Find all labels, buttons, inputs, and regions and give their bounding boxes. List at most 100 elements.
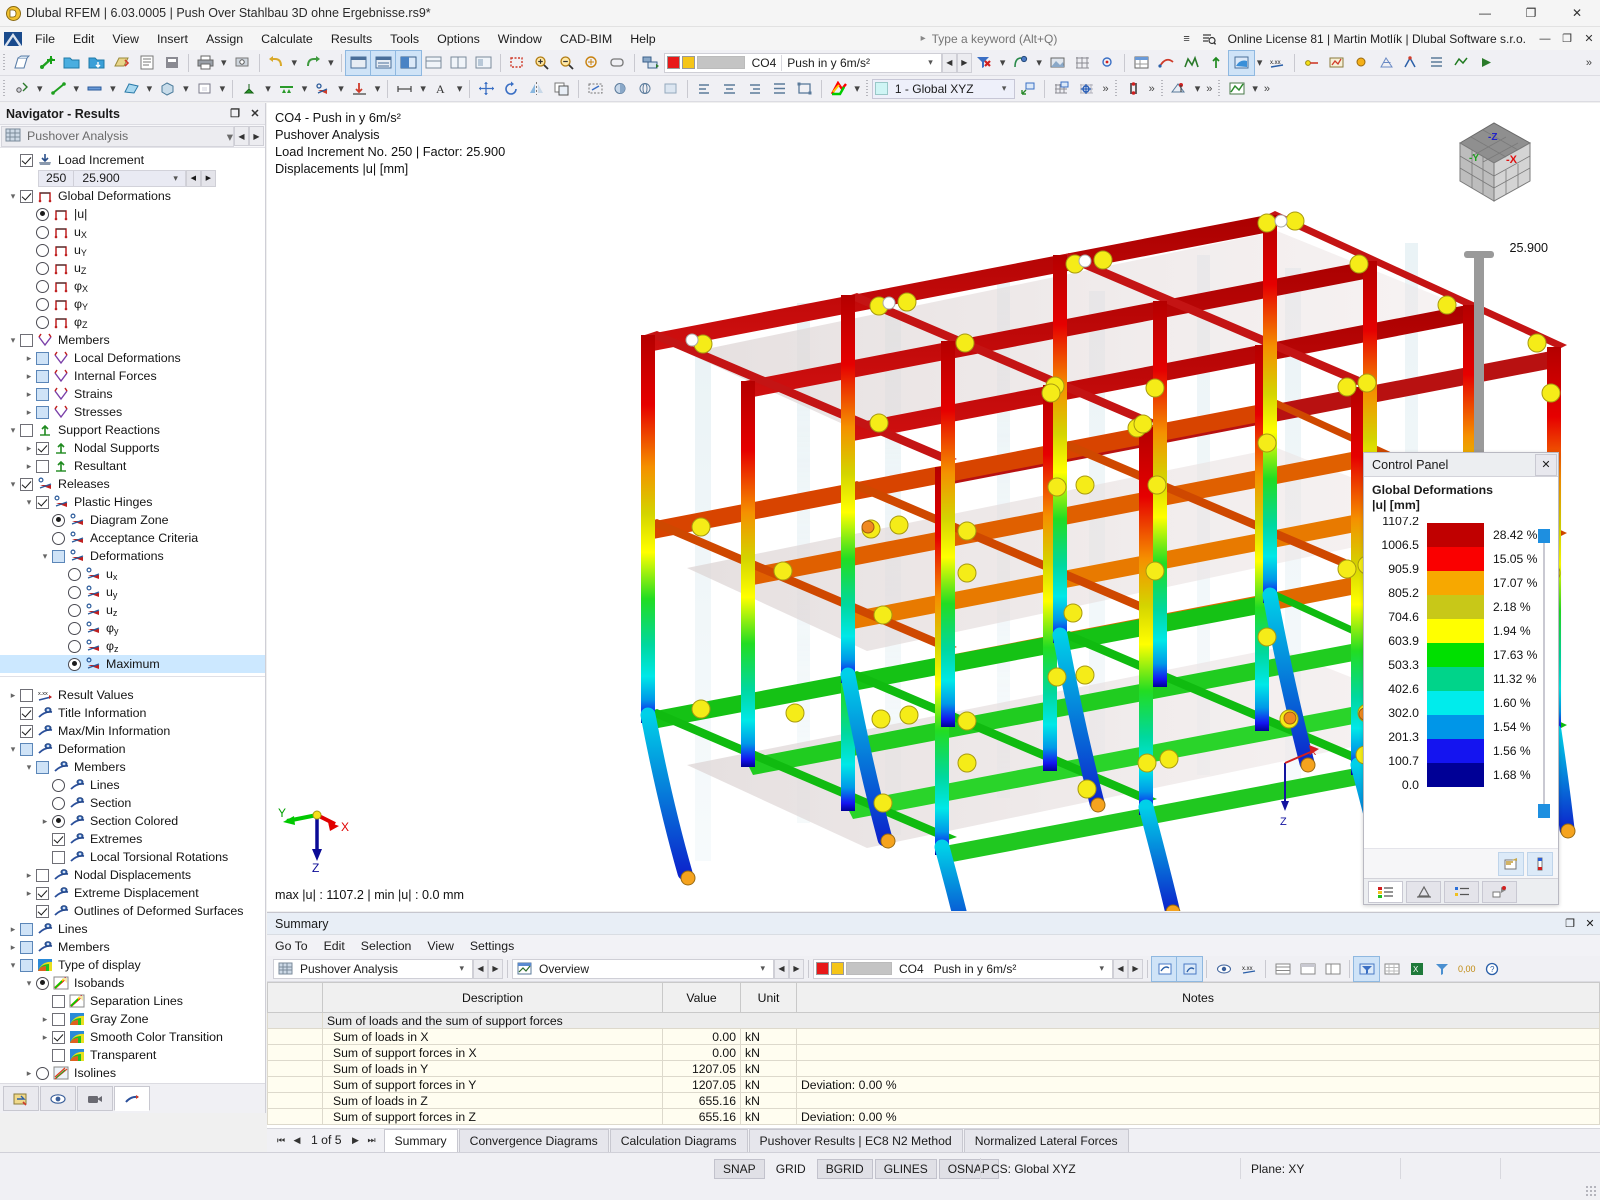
tree-expander[interactable]: ▸ bbox=[38, 816, 52, 827]
zoom-out-icon[interactable] bbox=[555, 51, 580, 75]
group-icon[interactable] bbox=[792, 77, 817, 101]
tree-checkbox[interactable] bbox=[52, 995, 65, 1008]
summary-menu-settings[interactable]: Settings bbox=[462, 937, 522, 955]
tree-radio[interactable] bbox=[68, 658, 81, 671]
load-increment-next[interactable]: ▶ bbox=[201, 170, 216, 187]
print-settings-icon[interactable] bbox=[230, 51, 255, 75]
render-transparent-icon[interactable] bbox=[658, 77, 683, 101]
summary-menu-goto[interactable]: Go To bbox=[267, 937, 316, 955]
tree-checkbox[interactable] bbox=[52, 1031, 65, 1044]
tree-checkbox[interactable] bbox=[20, 743, 33, 756]
tree-item-acceptance-criteria[interactable]: Acceptance Criteria bbox=[0, 529, 265, 547]
tree-checkbox[interactable] bbox=[52, 550, 65, 563]
summary-table-layout-3-icon[interactable] bbox=[1320, 957, 1345, 981]
menu-view[interactable]: View bbox=[103, 29, 148, 49]
doc-close-button[interactable]: ✕ bbox=[1578, 28, 1600, 50]
summary-table-layout-1-icon[interactable] bbox=[1270, 957, 1295, 981]
redo-icon[interactable] bbox=[300, 51, 325, 75]
tree-radio[interactable] bbox=[36, 316, 49, 329]
support-settings-icon[interactable] bbox=[1167, 77, 1192, 101]
tree-item-members[interactable]: ▸Members bbox=[0, 938, 265, 956]
tree-expander[interactable]: ▸ bbox=[22, 407, 36, 418]
tab-summary[interactable]: Summary bbox=[384, 1129, 458, 1152]
draw-line-icon[interactable] bbox=[46, 77, 71, 101]
tree-expander[interactable]: ▸ bbox=[6, 690, 20, 701]
tree-radio[interactable] bbox=[52, 514, 65, 527]
draw-solid-icon[interactable] bbox=[155, 77, 180, 101]
cptab-filter-icon[interactable] bbox=[1482, 881, 1517, 903]
tree-item-support-reactions[interactable]: ▾Support Reactions bbox=[0, 421, 265, 439]
tree-item-load-increment[interactable]: Load Increment bbox=[0, 151, 265, 169]
tree-checkbox[interactable] bbox=[36, 460, 49, 473]
tree-checkbox[interactable] bbox=[36, 887, 49, 900]
hinges-display-icon[interactable] bbox=[1299, 51, 1324, 75]
load-icon[interactable] bbox=[347, 77, 372, 101]
tree-item-u[interactable]: ux bbox=[0, 565, 265, 583]
summary-analysis-chevron-down-icon[interactable]: ▾ bbox=[455, 963, 470, 974]
tree-item-u[interactable]: uz bbox=[0, 601, 265, 619]
status-toggle-grid[interactable]: GRID bbox=[767, 1159, 815, 1179]
toolbar2-grip5[interactable] bbox=[1217, 80, 1222, 98]
tree-expander[interactable]: ▸ bbox=[22, 389, 36, 400]
tree-item-mesh-nodes-solids[interactable]: Mesh Nodes - Solids bbox=[0, 1082, 265, 1083]
tree-item-separation-lines[interactable]: Separation Lines bbox=[0, 992, 265, 1010]
work-plane-overflow-icon[interactable]: » bbox=[1099, 83, 1111, 95]
tree-item-result-values[interactable]: ▸x.xxResult Values bbox=[0, 686, 265, 704]
summary-menu-view[interactable]: View bbox=[419, 937, 461, 955]
summary-values-icon[interactable]: x.xx bbox=[1236, 957, 1261, 981]
summary-view-prev[interactable]: ◀ bbox=[774, 959, 789, 979]
tab-views-icon[interactable] bbox=[77, 1086, 113, 1111]
menu-window[interactable]: Window bbox=[489, 29, 551, 49]
filter-icon[interactable] bbox=[972, 51, 997, 75]
release-dropdown-icon[interactable]: ▾ bbox=[335, 82, 347, 95]
deformation-display-icon[interactable] bbox=[1154, 51, 1179, 75]
tree-item-section[interactable]: Section bbox=[0, 794, 265, 812]
tree-radio[interactable] bbox=[36, 1067, 49, 1080]
legend-slider-track[interactable] bbox=[1543, 543, 1545, 804]
tree-expander[interactable]: ▸ bbox=[22, 1068, 36, 1079]
summary-analysis-prev[interactable]: ◀ bbox=[473, 959, 488, 979]
tree-item-section-colored[interactable]: ▸Section Colored bbox=[0, 812, 265, 830]
work-plane-icon[interactable] bbox=[1049, 77, 1074, 101]
tree-item-[interactable]: φz bbox=[0, 637, 265, 655]
render-shaded-icon[interactable] bbox=[608, 77, 633, 101]
text-annotation-icon[interactable]: A bbox=[429, 77, 454, 101]
tree-radio[interactable] bbox=[68, 622, 81, 635]
draw-node-dropdown-icon[interactable]: ▾ bbox=[34, 82, 46, 95]
tree-radio[interactable] bbox=[36, 226, 49, 239]
tree-expander[interactable]: ▸ bbox=[22, 371, 36, 382]
visibility-dropdown-icon[interactable]: ▾ bbox=[1033, 56, 1045, 69]
grid-snap-icon[interactable] bbox=[1070, 51, 1095, 75]
text-dropdown-icon[interactable]: ▾ bbox=[454, 82, 466, 95]
animate-icon[interactable] bbox=[1474, 51, 1499, 75]
tree-expander[interactable]: ▸ bbox=[22, 870, 36, 881]
tree-radio[interactable] bbox=[68, 568, 81, 581]
isobands-icon[interactable] bbox=[1229, 51, 1254, 75]
tree-item-members[interactable]: ▾Members bbox=[0, 331, 265, 349]
draw-opening-icon[interactable] bbox=[192, 77, 217, 101]
tree-checkbox[interactable] bbox=[20, 334, 33, 347]
tree-item-smooth-color-transition[interactable]: ▸Smooth Color Transition bbox=[0, 1028, 265, 1046]
control-panel-close-button[interactable]: ✕ bbox=[1535, 454, 1557, 476]
summary-menu-selection[interactable]: Selection bbox=[353, 937, 420, 955]
tree-checkbox[interactable] bbox=[20, 689, 33, 702]
tree-expander[interactable]: ▸ bbox=[6, 942, 20, 953]
tree-radio[interactable] bbox=[36, 244, 49, 257]
navigator-analysis-prev[interactable]: ◀ bbox=[234, 126, 249, 146]
tree-checkbox[interactable] bbox=[20, 941, 33, 954]
menu-insert[interactable]: Insert bbox=[148, 29, 197, 49]
results-table-icon[interactable] bbox=[1129, 51, 1154, 75]
tree-checkbox[interactable] bbox=[52, 833, 65, 846]
diagram-view-dropdown-icon[interactable]: ▾ bbox=[1249, 82, 1261, 95]
load-case-next-button[interactable]: ▶ bbox=[957, 53, 972, 73]
tree-checkbox[interactable] bbox=[36, 761, 49, 774]
summary-analysis-combo[interactable]: Pushover Analysis ▾ bbox=[273, 959, 473, 979]
draw-member-dropdown-icon[interactable]: ▾ bbox=[107, 82, 119, 95]
view-mode-2-icon[interactable] bbox=[371, 51, 396, 75]
member-hinge-icon[interactable] bbox=[1121, 77, 1146, 101]
tree-expander[interactable]: ▾ bbox=[6, 479, 20, 490]
tree-checkbox[interactable] bbox=[20, 725, 33, 738]
pager-prev-button[interactable]: ◀ bbox=[289, 1131, 305, 1149]
diagram-view-overflow-icon[interactable]: » bbox=[1261, 83, 1273, 95]
tree-item-u[interactable]: uy bbox=[0, 583, 265, 601]
